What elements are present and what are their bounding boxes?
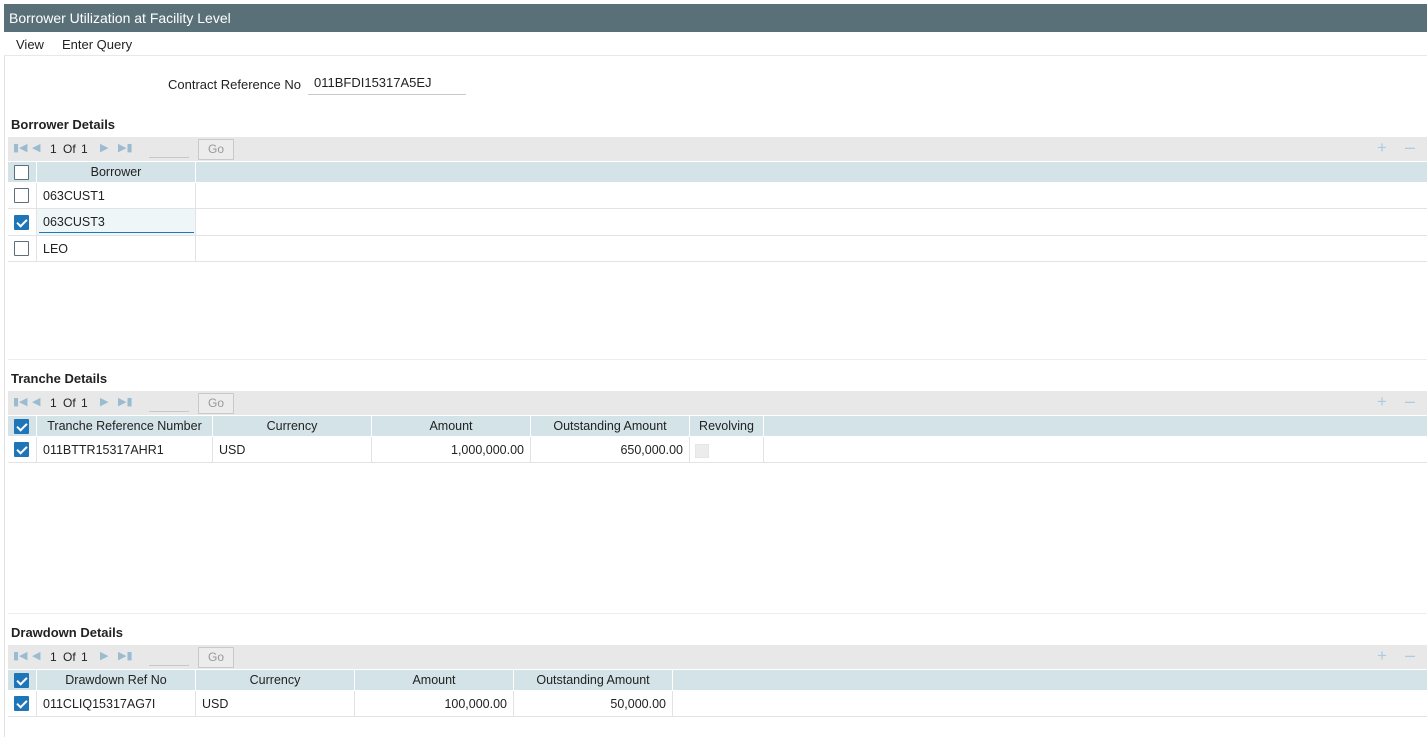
borrower-details-title: Borrower Details [11, 117, 116, 132]
first-page-icon[interactable]: ▮◀ [13, 395, 28, 408]
column-currency[interactable]: Currency [213, 416, 372, 436]
last-page-icon[interactable]: ▶▮ [118, 649, 133, 662]
column-amount[interactable]: Amount [372, 416, 531, 436]
page-current: 1 [50, 396, 57, 410]
page-number-input[interactable] [149, 394, 189, 412]
last-page-icon[interactable]: ▶▮ [118, 395, 133, 408]
select-all-cell [8, 416, 37, 436]
column-borrower[interactable]: Borrower [37, 162, 196, 182]
menu-bar: View Enter Query [4, 32, 1427, 56]
contract-ref-input[interactable] [308, 71, 466, 95]
select-all-cell [8, 162, 37, 182]
page-total: 1 [81, 142, 88, 156]
contract-ref-label: Contract Reference No [168, 77, 301, 92]
add-row-icon[interactable]: + [1377, 646, 1387, 666]
column-tranche-ref[interactable]: Tranche Reference Number [37, 416, 213, 436]
prev-page-icon[interactable]: ◀ [32, 395, 40, 408]
delete-row-icon[interactable]: – [1405, 137, 1415, 158]
column-outstanding-amount[interactable]: Outstanding Amount [531, 416, 690, 436]
page-current: 1 [50, 142, 57, 156]
table-row[interactable]: 011BTTR15317AHR1 USD 1,000,000.00 650,00… [8, 437, 1427, 463]
add-row-icon[interactable]: + [1377, 392, 1387, 412]
page-of: Of [63, 650, 76, 664]
borrower-cell[interactable]: LEO [37, 236, 196, 261]
column-revolving[interactable]: Revolving [690, 416, 764, 436]
select-all-cell [8, 670, 37, 690]
row-checkbox[interactable] [14, 241, 29, 256]
select-all-checkbox[interactable] [14, 673, 29, 688]
table-row[interactable]: 011CLIQ15317AG7I USD 100,000.00 50,000.0… [8, 691, 1427, 717]
last-page-icon[interactable]: ▶▮ [118, 141, 133, 154]
table-row[interactable]: LEO [8, 236, 1427, 262]
borrower-cell[interactable]: 063CUST1 [37, 183, 196, 208]
page-of: Of [63, 142, 76, 156]
section-divider [8, 613, 1427, 614]
column-currency[interactable]: Currency [196, 670, 355, 690]
select-all-checkbox[interactable] [14, 419, 29, 434]
add-row-icon[interactable]: + [1377, 138, 1387, 158]
prev-page-icon[interactable]: ◀ [32, 141, 40, 154]
go-button[interactable]: Go [198, 393, 234, 414]
next-page-icon[interactable]: ▶ [100, 649, 108, 662]
menu-enter-query[interactable]: Enter Query [62, 37, 132, 52]
section-divider [8, 359, 1427, 360]
tranche-ref-cell[interactable]: 011BTTR15317AHR1 [37, 437, 213, 462]
drawdown-details-title: Drawdown Details [11, 625, 123, 640]
next-page-icon[interactable]: ▶ [100, 141, 108, 154]
select-all-checkbox[interactable] [14, 165, 29, 180]
prev-page-icon[interactable]: ◀ [32, 649, 40, 662]
outstanding-amount-cell[interactable]: 50,000.00 [514, 691, 673, 716]
row-checkbox[interactable] [14, 696, 29, 711]
column-outstanding-amount[interactable]: Outstanding Amount [514, 670, 673, 690]
page-total: 1 [81, 396, 88, 410]
table-row[interactable]: 063CUST3 [8, 209, 1427, 236]
row-checkbox[interactable] [14, 442, 29, 457]
currency-cell[interactable]: USD [196, 691, 355, 716]
borrower-pager-toolbar: ▮◀ ◀ 1 Of 1 ▶ ▶▮ Go + – [8, 137, 1427, 161]
page-current: 1 [50, 650, 57, 664]
borrower-cell[interactable]: 063CUST3 [39, 211, 194, 233]
first-page-icon[interactable]: ▮◀ [13, 141, 28, 154]
drawdown-ref-cell[interactable]: 011CLIQ15317AG7I [37, 691, 196, 716]
tranche-details-title: Tranche Details [11, 371, 108, 386]
page-of: Of [63, 396, 76, 410]
go-button[interactable]: Go [198, 647, 234, 668]
table-row[interactable]: 063CUST1 [8, 183, 1427, 209]
page-number-input[interactable] [149, 140, 189, 158]
first-page-icon[interactable]: ▮◀ [13, 649, 28, 662]
page-total: 1 [81, 650, 88, 664]
currency-cell[interactable]: USD [213, 437, 372, 462]
column-drawdown-ref[interactable]: Drawdown Ref No [37, 670, 196, 690]
tranche-table-header: Tranche Reference Number Currency Amount… [8, 416, 1427, 436]
left-border [4, 56, 5, 737]
drawdown-table-header: Drawdown Ref No Currency Amount Outstand… [8, 670, 1427, 690]
go-button[interactable]: Go [198, 139, 234, 160]
delete-row-icon[interactable]: – [1405, 391, 1415, 412]
row-checkbox[interactable] [14, 214, 29, 230]
page-number-input[interactable] [149, 648, 189, 666]
delete-row-icon[interactable]: – [1405, 645, 1415, 666]
next-page-icon[interactable]: ▶ [100, 395, 108, 408]
borrower-table-header: Borrower [8, 162, 1427, 182]
drawdown-pager-toolbar: ▮◀ ◀ 1 Of 1 ▶ ▶▮ Go + – [8, 645, 1427, 669]
outstanding-amount-cell[interactable]: 650,000.00 [531, 437, 690, 462]
amount-cell[interactable]: 1,000,000.00 [372, 437, 531, 462]
menu-view[interactable]: View [16, 37, 44, 52]
revolving-checkbox[interactable] [695, 444, 709, 458]
tranche-pager-toolbar: ▮◀ ◀ 1 Of 1 ▶ ▶▮ Go + – [8, 391, 1427, 415]
amount-cell[interactable]: 100,000.00 [355, 691, 514, 716]
column-amount[interactable]: Amount [355, 670, 514, 690]
row-checkbox[interactable] [14, 188, 29, 203]
window-title: Borrower Utilization at Facility Level [4, 4, 1427, 32]
